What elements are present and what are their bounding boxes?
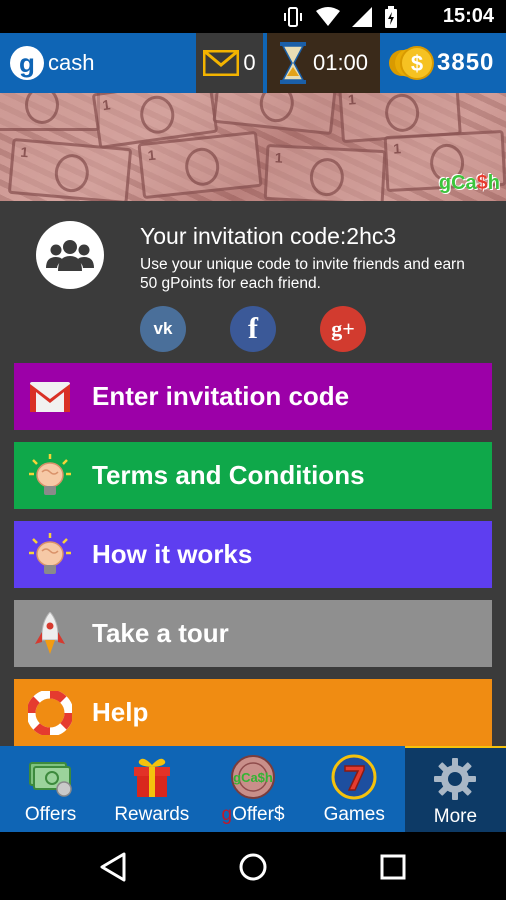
nav-goffers[interactable]: gCa$h gOffer$ (202, 746, 303, 832)
nav-label: Offers (24, 804, 77, 825)
signal-icon (352, 7, 372, 27)
menu-label: Terms and Conditions (92, 460, 365, 490)
menu-label: Help (92, 697, 149, 727)
banner-gcash-logo: gCa$h (438, 172, 500, 194)
nav-more[interactable]: More (404, 746, 506, 832)
coins-icon: $ (389, 46, 434, 80)
gear-icon (430, 756, 480, 802)
menu-label: Take a tour (92, 618, 229, 648)
hourglass-icon (279, 42, 306, 84)
home-icon[interactable] (236, 850, 270, 884)
status-time: 15:04 (442, 5, 494, 27)
menu-label: How it works (92, 539, 253, 569)
brand-text: cash (48, 50, 95, 75)
wifi-icon (316, 7, 340, 26)
invitation-description: Use your unique code to invite friends a… (140, 256, 465, 292)
how-it-works-button[interactable]: How it works (14, 521, 492, 588)
coins-balance: $ 3850 (383, 33, 506, 93)
nav-label: gOffer$ (221, 804, 285, 825)
envelope-icon (203, 50, 240, 76)
slot-seven-icon (329, 754, 379, 800)
gcash-logo: g cash (10, 45, 94, 81)
enter-invitation-code-button[interactable]: Enter invitation code (14, 363, 492, 430)
vk-icon: vk (153, 319, 173, 338)
nav-offers[interactable]: Offers (0, 746, 101, 832)
status-icons (282, 6, 398, 28)
google-plus-share-button[interactable]: g+ (320, 306, 366, 352)
group-icon (36, 221, 104, 289)
bottom-navigation: Offers Rewards gCa$h gOffer$ Games More (0, 746, 506, 832)
terms-and-conditions-button[interactable]: Terms and Conditions (14, 442, 492, 509)
banknote: 1 (7, 137, 133, 201)
status-bar: 15:04 (0, 0, 506, 33)
invite-panel: Your invitation code:2hc3 Use your uniqu… (0, 201, 506, 746)
recents-icon[interactable] (376, 850, 410, 884)
nav-label: Games (323, 804, 385, 825)
banknote: 1 (212, 93, 338, 136)
timer-text: 01:00 (312, 50, 369, 75)
timer-display: 01:00 (265, 33, 380, 93)
menu-label: Enter invitation code (92, 381, 350, 411)
google-plus-icon: g+ (331, 316, 355, 341)
facebook-icon: f (248, 312, 258, 345)
coin-symbol: $ (411, 51, 423, 76)
battery-icon (385, 6, 397, 28)
messages-button[interactable]: 0 (196, 33, 263, 93)
system-navigation-bar (0, 832, 506, 900)
vibrate-icon (284, 7, 302, 27)
gcash-logo-circle: g (10, 46, 44, 80)
nav-games[interactable]: Games (304, 746, 405, 832)
invitation-code-title: Your invitation code:2hc3 (140, 223, 397, 249)
app-bar: g cash 0 01:00 $ 3850 (0, 33, 506, 93)
back-icon[interactable] (96, 850, 130, 884)
rocket-icon (28, 611, 72, 656)
nav-label: More (433, 806, 478, 827)
vk-share-button[interactable]: vk (140, 306, 186, 352)
nav-rewards[interactable]: Rewards (101, 746, 202, 832)
svg-text:gCa$h: gCa$h (233, 770, 273, 785)
messages-count: 0 (243, 50, 256, 75)
banknote: 1 (137, 130, 263, 200)
nav-label: Rewards (114, 804, 190, 825)
banknote: 1 (0, 93, 100, 131)
facebook-share-button[interactable]: f (230, 306, 276, 352)
lifebuoy-icon (28, 690, 72, 735)
gmail-icon (28, 375, 72, 419)
gcash-badge-icon: gCa$h (228, 754, 278, 800)
banknote: 1 (263, 143, 387, 201)
money-banner: 1 1 1 1 1 1 1 1 gCa$h (0, 93, 506, 201)
brain-bulb-icon (28, 453, 72, 498)
money-icon (26, 754, 76, 800)
take-a-tour-button[interactable]: Take a tour (14, 600, 492, 667)
brain-bulb-icon (28, 532, 72, 577)
help-button[interactable]: Help (14, 679, 492, 746)
gift-icon (127, 754, 177, 800)
coins-amount: 3850 (437, 49, 495, 76)
